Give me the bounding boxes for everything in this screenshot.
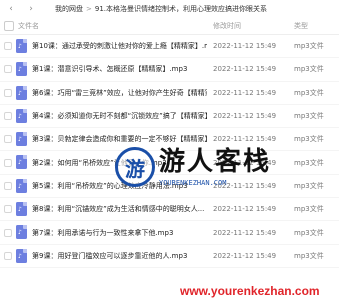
file-row[interactable]: ♪ 第8课：利用“沉锚效应”成为生活和情感中的聪明女人... 2022-11-1… — [0, 198, 339, 222]
breadcrumb-root[interactable]: 我的网盘 — [55, 4, 83, 14]
file-type: mp3文件 — [294, 135, 324, 144]
audio-file-icon: ♪ — [16, 85, 27, 100]
audio-file-icon: ♪ — [16, 178, 27, 193]
row-checkbox[interactable] — [4, 205, 12, 214]
file-name[interactable]: 第9课：用好登门槛效应可以逐步靠近他的人.mp3 — [32, 251, 207, 261]
file-name[interactable]: 第3课：贝勃定律会造成你和重要的一定不够好【精精家】 — [32, 134, 207, 144]
back-arrow-icon[interactable]: ‹ — [5, 3, 17, 15]
row-checkbox[interactable] — [4, 42, 12, 51]
file-date: 2022-11-12 15:49 — [213, 112, 277, 121]
file-date: 2022-11-12 15:49 — [213, 205, 277, 214]
audio-file-icon: ♪ — [16, 108, 27, 123]
row-checkbox[interactable] — [4, 181, 12, 190]
row-checkbox[interactable] — [4, 158, 12, 167]
audio-file-icon: ♪ — [16, 248, 27, 263]
file-type: mp3文件 — [294, 112, 324, 121]
file-type: mp3文件 — [294, 228, 324, 237]
file-date: 2022-11-12 15:49 — [213, 42, 277, 51]
breadcrumb-current: 91.本格洛曼识情绪控制术，利用心理效应搞进你眼关系 — [94, 5, 268, 13]
breadcrumb-separator: > — [86, 5, 92, 13]
watermark-logo-icon: 游 — [115, 147, 155, 187]
watermark: 游 游人客栈 YOURENKEZHAN.COM — [115, 147, 305, 197]
audio-file-icon: ♪ — [16, 225, 27, 240]
site-url-watermark: www.yourenkezhan.com — [180, 284, 320, 298]
audio-file-icon: ♪ — [16, 202, 27, 217]
row-checkbox[interactable] — [4, 228, 12, 237]
file-name[interactable]: 第10课：通过承受的刺激让他对你的爱上瘾【精精家】.mp3 — [32, 41, 207, 51]
file-list-header: 文件名 修改时间 类型 — [0, 18, 339, 35]
file-type: mp3文件 — [294, 205, 324, 214]
file-name[interactable]: 第4课：必须知道你无时不刻都“沉锁效应”搞了【精精家】.mp3 — [32, 111, 207, 121]
column-header-name[interactable]: 文件名 — [18, 21, 39, 31]
file-date: 2022-11-12 15:49 — [213, 88, 277, 97]
file-date: 2022-11-12 15:49 — [213, 135, 277, 144]
file-row[interactable]: ♪ 第10课：通过承受的刺激让他对你的爱上瘾【精精家】.mp3 2022-11-… — [0, 35, 339, 59]
audio-file-icon: ♪ — [16, 155, 27, 170]
file-type: mp3文件 — [294, 88, 324, 97]
file-row[interactable]: ♪ 第7课：利用承诺与行为一致性来拿下他.mp3 2022-11-12 15:4… — [0, 221, 339, 245]
file-name[interactable]: 第7课：利用承诺与行为一致性来拿下他.mp3 — [32, 228, 207, 238]
select-all-checkbox[interactable] — [4, 21, 14, 31]
watermark-title: 游人客栈 — [159, 147, 272, 177]
file-type: mp3文件 — [294, 251, 324, 260]
file-type: mp3文件 — [294, 42, 324, 51]
column-header-type[interactable]: 类型 — [294, 21, 308, 31]
file-name[interactable]: 第6课：巧用“雷三竞林”效应，让他对你产生好奇【精精家】 — [32, 88, 207, 98]
audio-file-icon: ♪ — [16, 132, 27, 147]
file-name[interactable]: 第1课：潜意识引导术、怎概还原【精精家】.mp3 — [32, 64, 207, 74]
file-type: mp3文件 — [294, 65, 324, 74]
row-checkbox[interactable] — [4, 135, 12, 144]
file-date: 2022-11-12 15:49 — [213, 228, 277, 237]
file-row[interactable]: ♪ 第4课：必须知道你无时不刻都“沉锁效应”搞了【精精家】.mp3 2022-1… — [0, 105, 339, 129]
file-row[interactable]: ♪ 第1课：潜意识引导术、怎概还原【精精家】.mp3 2022-11-12 15… — [0, 58, 339, 82]
row-checkbox[interactable] — [4, 251, 12, 260]
file-row[interactable]: ♪ 第9课：用好登门槛效应可以逐步靠近他的人.mp3 2022-11-12 15… — [0, 245, 339, 268]
file-date: 2022-11-12 15:49 — [213, 65, 277, 74]
row-checkbox[interactable] — [4, 88, 12, 97]
navigation-bar: ‹ › 我的网盘 > 91.本格洛曼识情绪控制术，利用心理效应搞进你眼关系 — [0, 0, 339, 18]
forward-arrow-icon[interactable]: › — [25, 3, 37, 15]
row-checkbox[interactable] — [4, 65, 12, 74]
watermark-subtitle: YOURENKEZHAN.COM — [159, 179, 227, 187]
column-header-date[interactable]: 修改时间 — [213, 21, 241, 31]
audio-file-icon: ♪ — [16, 39, 27, 53]
file-date: 2022-11-12 15:49 — [213, 251, 277, 260]
file-name[interactable]: 第8课：利用“沉锚效应”成为生活和情感中的聪明女人... — [32, 204, 207, 214]
audio-file-icon: ♪ — [16, 62, 27, 77]
file-row[interactable]: ♪ 第6课：巧用“雷三竞林”效应，让他对你产生好奇【精精家】 2022-11-1… — [0, 82, 339, 105]
row-checkbox[interactable] — [4, 112, 12, 121]
